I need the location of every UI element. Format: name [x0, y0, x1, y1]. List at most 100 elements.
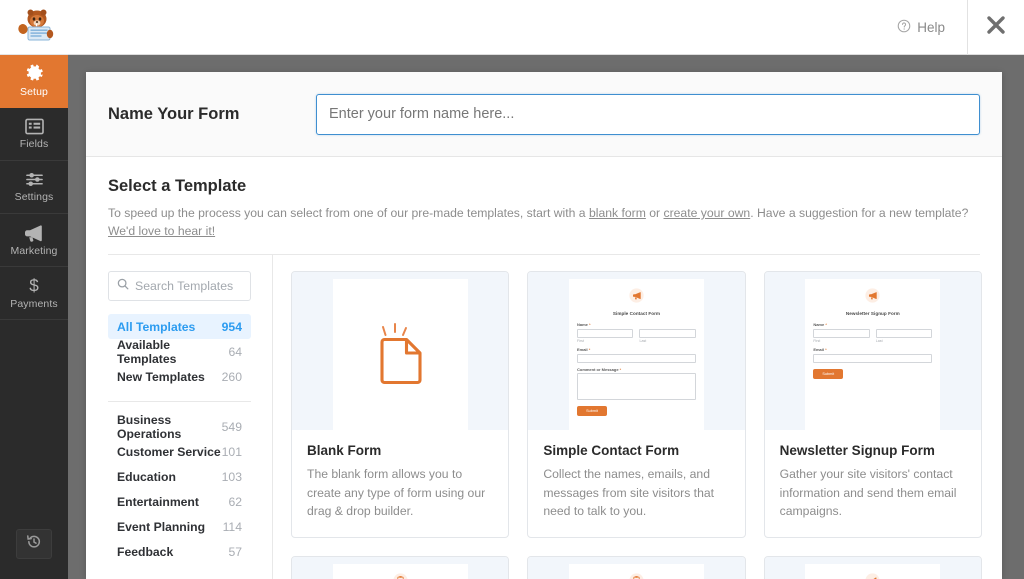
- sidebar-item-payments[interactable]: $ Payments: [0, 267, 68, 320]
- preview-field-label: Name *: [813, 322, 827, 328]
- template-card-text: Blank Form The blank form allows you to c…: [292, 430, 508, 537]
- category-count: 260: [221, 369, 242, 384]
- megaphone-icon: [24, 224, 44, 242]
- first-name-input[interactable]: [576, 328, 634, 338]
- wpforms-logo[interactable]: [0, 0, 68, 55]
- preview-field: Name * First Last: [576, 322, 696, 344]
- sliders-icon: [25, 171, 44, 188]
- templates-grid: Blank Form The blank form allows you to c…: [291, 271, 982, 579]
- template-card[interactable]: Basketball Tryout Registration FormBaske…: [763, 556, 982, 579]
- preview-sheet: Girl Scout Camp Registration FormGirl Sc…: [332, 564, 468, 579]
- templates-body: All Templates 954 Available Templates 64…: [86, 255, 1002, 579]
- sidebar-item-fields[interactable]: Fields: [0, 108, 68, 161]
- category-feedback[interactable]: Feedback 57: [108, 539, 251, 564]
- sidebar-item-settings[interactable]: Settings: [0, 161, 68, 214]
- close-builder-button[interactable]: [968, 0, 1024, 55]
- preview-header-icon: [865, 573, 880, 579]
- message-textarea[interactable]: [576, 373, 696, 401]
- required-marker: *: [823, 347, 827, 353]
- template-card[interactable]: Girl Scout Camp Registration FormGirl Sc…: [291, 556, 510, 579]
- text-input[interactable]: [576, 353, 696, 363]
- text-input[interactable]: [813, 353, 933, 363]
- preview-sheet: Newsletter Signup Form Name * First Last Ema…: [805, 279, 941, 431]
- preview-field-label: Email *: [813, 347, 827, 353]
- preview-field: Email *: [813, 347, 933, 363]
- required-marker: *: [618, 366, 622, 372]
- name-field-row: First Last: [813, 328, 933, 344]
- suggestion-link[interactable]: We'd love to hear it!: [108, 224, 215, 238]
- preview-field-label: Comment or Message *: [576, 366, 622, 372]
- sidebar-item-label: Marketing: [10, 244, 58, 257]
- secondary-category-list: Business Operations 549 Customer Service…: [108, 412, 251, 564]
- sidebar-item-label: Payments: [10, 298, 58, 310]
- category-label: Feedback: [117, 544, 174, 559]
- category-label: Education: [117, 469, 176, 484]
- select-template-title: Select a Template: [108, 177, 247, 195]
- history-revert-icon: [26, 534, 42, 555]
- preview-submit-button[interactable]: Submit: [813, 368, 844, 379]
- template-preview: [292, 272, 509, 431]
- first-name-sublabel: First: [576, 339, 584, 344]
- template-card[interactable]: Boy Scout Camp Registration FormBoy Scou…: [527, 556, 746, 579]
- preview-header-icon: [865, 288, 880, 308]
- category-count: 103: [221, 469, 242, 484]
- whistle-icon: [865, 573, 880, 579]
- template-card[interactable]: Simple Contact Form Name * First Last Email …: [527, 271, 746, 539]
- category-all-templates[interactable]: All Templates 954: [108, 314, 251, 340]
- create-your-own-link[interactable]: create your own: [664, 206, 751, 220]
- category-education[interactable]: Education 103: [108, 464, 251, 489]
- search-templates-input[interactable]: [135, 279, 240, 294]
- category-available-templates[interactable]: Available Templates 64: [108, 338, 251, 366]
- search-icon: [117, 277, 129, 295]
- last-name-input[interactable]: [875, 328, 933, 338]
- close-icon: [985, 14, 1007, 41]
- category-event-planning[interactable]: Event Planning 114: [108, 514, 251, 539]
- left-nav-sidebar: Setup Fields Settings Marketing $ Paymen…: [0, 0, 68, 579]
- help-button[interactable]: Help: [897, 19, 967, 36]
- preview-field: Comment or Message *: [576, 366, 696, 401]
- first-name-input[interactable]: [813, 328, 870, 338]
- list-icon: [24, 118, 44, 135]
- template-card[interactable]: Newsletter Signup Form Name * First Last Ema…: [763, 271, 982, 539]
- preview-submit-button[interactable]: Submit: [576, 406, 607, 417]
- desc-text-1: To speed up the process you can select f…: [108, 206, 589, 220]
- preview-header-icon: [629, 573, 644, 579]
- template-preview: Girl Scout Camp Registration FormGirl Sc…: [292, 557, 509, 579]
- select-template-description: To speed up the process you can select f…: [108, 205, 980, 240]
- template-card-title: Blank Form: [307, 443, 382, 459]
- name-field-row: First Last: [576, 328, 696, 344]
- form-name-input[interactable]: [316, 93, 980, 135]
- category-entertainment[interactable]: Entertainment 62: [108, 489, 251, 514]
- required-marker: *: [587, 347, 591, 353]
- sidebar-item-label: Settings: [14, 191, 54, 203]
- form-name-label: Name Your Form: [108, 104, 240, 123]
- preview-field-label: Name *: [576, 322, 591, 328]
- template-card-title: Simple Contact Form: [543, 443, 680, 459]
- sidebar-item-marketing[interactable]: Marketing: [0, 214, 68, 267]
- template-card[interactable]: Blank Form The blank form allows you to c…: [291, 271, 510, 539]
- category-count: 62: [228, 494, 242, 509]
- blank-form-link[interactable]: blank form: [589, 206, 646, 220]
- category-count: 57: [228, 544, 242, 559]
- megaphone-icon: [629, 288, 644, 303]
- preview-sheet: Basketball Tryout Registration FormBaske…: [805, 564, 941, 579]
- category-divider: [108, 401, 251, 403]
- last-name-sublabel: Last: [875, 339, 883, 344]
- gear-icon: [25, 64, 44, 83]
- form-name-row: Name Your Form: [86, 72, 1002, 157]
- sidebar-item-label: Setup: [20, 86, 48, 98]
- last-name-input[interactable]: [639, 328, 696, 338]
- required-marker: *: [824, 322, 827, 328]
- sidebar-item-label: Fields: [19, 138, 49, 150]
- form-revisions-button[interactable]: [16, 529, 52, 559]
- preview-sheet: Simple Contact Form Name * First Last Email …: [568, 279, 704, 431]
- category-business-operations[interactable]: Business Operations 549: [108, 412, 251, 441]
- template-card-description: Gather your site visitors' contact infor…: [779, 467, 957, 519]
- sidebar-item-setup[interactable]: Setup: [0, 55, 68, 108]
- category-new-templates[interactable]: New Templates 260: [108, 364, 251, 389]
- search-templates-field[interactable]: [108, 271, 251, 302]
- category-customer-service[interactable]: Customer Service 101: [108, 439, 251, 464]
- template-preview: Basketball Tryout Registration FormBaske…: [764, 557, 981, 579]
- category-label: Business Operations: [117, 412, 182, 441]
